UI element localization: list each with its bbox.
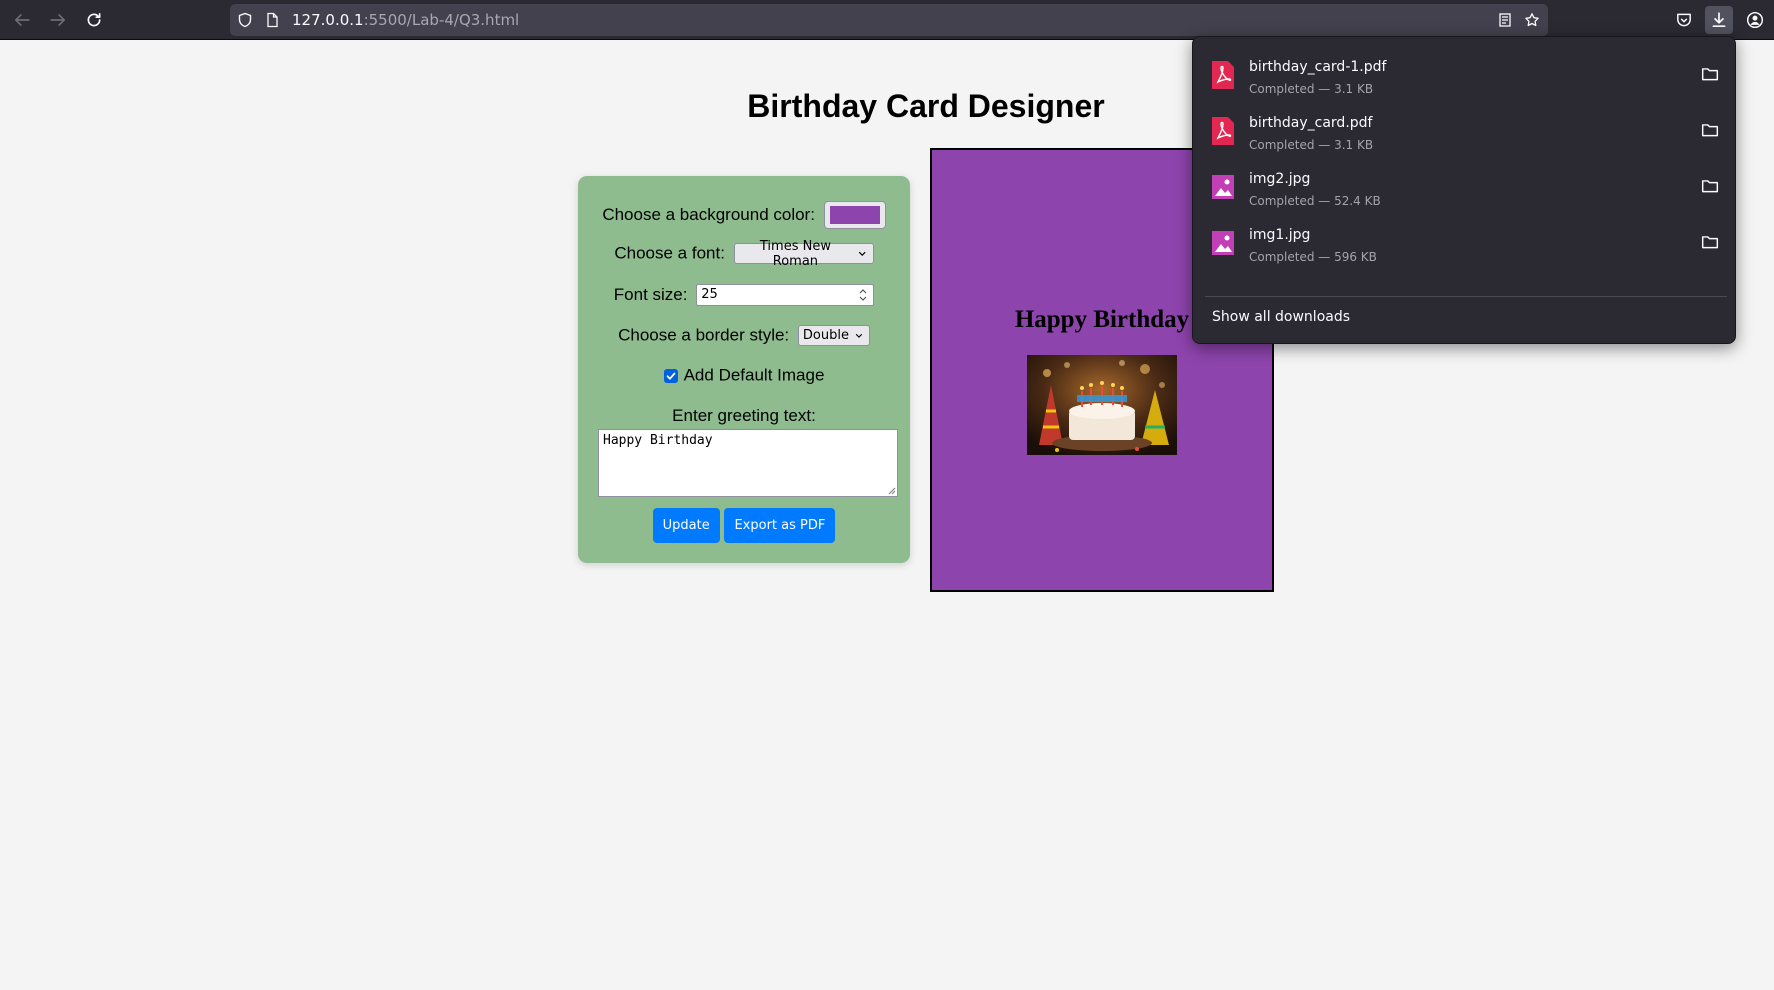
greeting-label: Enter greeting text: xyxy=(672,406,816,425)
spinner-icon[interactable] xyxy=(856,286,870,304)
bg-color-row: Choose a background color: xyxy=(578,201,910,229)
font-size-row: Font size: 25 xyxy=(578,284,910,306)
font-label: Choose a font: xyxy=(614,243,725,263)
url-bar[interactable]: 127.0.0.1:5500/Lab-4/Q3.html xyxy=(230,4,1548,36)
default-image-row: Add Default Image xyxy=(578,365,910,386)
account-icon[interactable] xyxy=(1741,6,1769,34)
download-item[interactable]: birthday_card.pdf Completed — 3.1 KB xyxy=(1193,101,1737,157)
designer-form: Choose a background color: Choose a font… xyxy=(578,176,910,563)
page-icon[interactable] xyxy=(263,11,281,29)
download-status: Completed — 52.4 KB xyxy=(1249,194,1381,208)
download-name: birthday_card-1.pdf xyxy=(1249,59,1387,75)
download-status: Completed — 3.1 KB xyxy=(1249,138,1374,152)
folder-icon[interactable] xyxy=(1701,177,1719,195)
download-item[interactable]: img1.jpg Completed — 596 KB xyxy=(1193,213,1737,269)
forward-icon[interactable] xyxy=(44,6,72,34)
download-icon[interactable] xyxy=(1705,6,1733,34)
url-text[interactable]: 127.0.0.1:5500/Lab-4/Q3.html xyxy=(292,11,519,29)
download-name: birthday_card.pdf xyxy=(1249,115,1373,131)
font-select[interactable]: Times New Roman xyxy=(733,239,874,269)
back-icon[interactable] xyxy=(8,6,36,34)
button-row: Update Export as PDF xyxy=(578,508,910,543)
chevron-down-icon xyxy=(855,333,863,338)
reader-mode-icon[interactable] xyxy=(1496,11,1514,29)
download-name: img2.jpg xyxy=(1249,171,1311,187)
default-image-checkbox[interactable] xyxy=(663,368,678,383)
export-pdf-button[interactable]: Export as PDF xyxy=(724,508,836,543)
pdf-file-icon xyxy=(1212,61,1234,89)
folder-icon[interactable] xyxy=(1701,65,1719,83)
chevron-down-icon xyxy=(859,251,866,257)
browser-toolbar: 127.0.0.1:5500/Lab-4/Q3.html xyxy=(0,0,1774,40)
download-status: Completed — 3.1 KB xyxy=(1249,82,1374,96)
bg-color-picker[interactable] xyxy=(823,201,886,229)
birthday-cake-image xyxy=(1027,355,1177,455)
download-status: Completed — 596 KB xyxy=(1249,250,1377,264)
font-size-value: 25 xyxy=(701,287,718,302)
update-button[interactable]: Update xyxy=(652,508,720,543)
font-size-label: Font size: xyxy=(613,285,688,304)
checkmark-icon xyxy=(666,372,675,380)
border-label: Choose a border style: xyxy=(618,325,790,345)
pdf-file-icon xyxy=(1212,117,1234,145)
font-size-input[interactable]: 25 xyxy=(696,284,875,306)
border-select[interactable]: Double xyxy=(797,325,870,347)
bg-color-label: Choose a background color: xyxy=(602,205,815,224)
greeting-text: Happy Birthday xyxy=(603,433,713,448)
default-image-label: Add Default Image xyxy=(683,365,825,385)
reload-icon[interactable] xyxy=(80,6,108,34)
bookmark-star-icon[interactable] xyxy=(1523,11,1541,29)
image-file-icon xyxy=(1212,175,1234,199)
resize-grip-icon[interactable] xyxy=(886,485,896,495)
border-row: Choose a border style: Double xyxy=(578,325,910,347)
downloads-panel: birthday_card-1.pdf Completed — 3.1 KB b… xyxy=(1192,36,1736,344)
border-select-value: Double xyxy=(802,328,849,344)
show-all-downloads-link[interactable]: Show all downloads xyxy=(1212,309,1350,325)
font-row: Choose a font: Times New Roman xyxy=(578,239,910,269)
bg-color-swatch xyxy=(829,206,880,224)
folder-icon[interactable] xyxy=(1701,121,1719,139)
download-item[interactable]: birthday_card-1.pdf Completed — 3.1 KB xyxy=(1193,45,1737,101)
download-item[interactable]: img2.jpg Completed — 52.4 KB xyxy=(1193,157,1737,213)
font-select-value: Times New Roman xyxy=(759,238,831,269)
image-file-icon xyxy=(1212,231,1234,255)
greeting-textarea[interactable]: Happy Birthday xyxy=(598,429,898,497)
pocket-icon[interactable] xyxy=(1670,6,1698,34)
divider xyxy=(1205,296,1727,297)
folder-icon[interactable] xyxy=(1701,233,1719,251)
shield-icon[interactable] xyxy=(236,11,254,29)
download-name: img1.jpg xyxy=(1249,227,1311,243)
